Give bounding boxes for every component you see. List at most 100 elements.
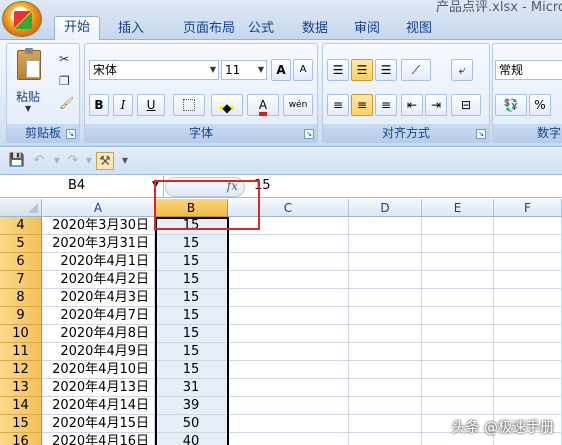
- name-box[interactable]: B4 ▼: [0, 176, 164, 198]
- orientation-button[interactable]: ⟋: [401, 59, 431, 81]
- cell-f[interactable]: [494, 361, 562, 379]
- merge-center-button[interactable]: ⊟: [451, 94, 481, 116]
- cell-c[interactable]: [228, 289, 349, 307]
- clipboard-launcher-icon[interactable]: ↘: [66, 129, 76, 139]
- cell-c[interactable]: [228, 343, 349, 361]
- font-color-button[interactable]: A: [247, 94, 279, 116]
- underline-button[interactable]: U: [137, 94, 165, 116]
- cell-c[interactable]: [228, 433, 349, 445]
- cell-a[interactable]: 2020年4月14日: [42, 397, 155, 415]
- cell-d[interactable]: [349, 253, 422, 271]
- cell-f[interactable]: [494, 397, 562, 415]
- cell-d[interactable]: [349, 217, 422, 235]
- increase-indent-button[interactable]: ⇥: [425, 94, 447, 116]
- cell-d[interactable]: [349, 415, 422, 433]
- tools-icon[interactable]: ⚒: [96, 152, 114, 170]
- cell-a[interactable]: 2020年4月15日: [42, 415, 155, 433]
- tab-view[interactable]: 视图: [396, 18, 442, 40]
- cell-c[interactable]: [228, 235, 349, 253]
- undo-icon[interactable]: ↶: [30, 152, 48, 170]
- cell-f[interactable]: [494, 325, 562, 343]
- wrap-text-button[interactable]: ⤶: [451, 59, 473, 81]
- row-header[interactable]: 12: [0, 361, 42, 379]
- cell-e[interactable]: [422, 271, 494, 289]
- cell-d[interactable]: [349, 271, 422, 289]
- cell-c[interactable]: [228, 307, 349, 325]
- font-name-select[interactable]: 宋体 ▼: [89, 60, 219, 80]
- shrink-font-button[interactable]: A: [293, 59, 313, 81]
- row-header[interactable]: 5: [0, 235, 42, 253]
- tab-insert[interactable]: 插入: [108, 18, 154, 40]
- align-middle-button[interactable]: ☰: [351, 59, 373, 81]
- save-icon[interactable]: 💾: [8, 152, 26, 170]
- tab-home[interactable]: 开始: [54, 16, 100, 41]
- cell-f[interactable]: [494, 343, 562, 361]
- cell-d[interactable]: [349, 433, 422, 445]
- cell-a[interactable]: 2020年4月8日: [42, 325, 155, 343]
- tab-formulas[interactable]: 公式: [238, 18, 284, 40]
- select-all-button[interactable]: [0, 199, 42, 217]
- cell-e[interactable]: [422, 325, 494, 343]
- cell-e[interactable]: [422, 379, 494, 397]
- cell-f[interactable]: [494, 289, 562, 307]
- grow-font-button[interactable]: A: [271, 59, 291, 81]
- column-header-e[interactable]: E: [422, 199, 494, 217]
- cell-e[interactable]: [422, 235, 494, 253]
- row-header[interactable]: 8: [0, 289, 42, 307]
- row-header[interactable]: 6: [0, 253, 42, 271]
- cut-icon[interactable]: ✂: [59, 52, 69, 66]
- office-button[interactable]: [2, 1, 42, 37]
- row-header[interactable]: 7: [0, 271, 42, 289]
- cell-a[interactable]: 2020年4月9日: [42, 343, 155, 361]
- align-center-button[interactable]: ≡: [351, 94, 373, 116]
- row-header[interactable]: 15: [0, 415, 42, 433]
- cell-a[interactable]: 2020年4月16日: [42, 433, 155, 445]
- cell-c[interactable]: [228, 397, 349, 415]
- alignment-launcher-icon[interactable]: ↘: [476, 129, 486, 139]
- align-right-button[interactable]: ≡: [375, 94, 397, 116]
- cell-c[interactable]: [228, 325, 349, 343]
- cell-d[interactable]: [349, 235, 422, 253]
- cell-d[interactable]: [349, 325, 422, 343]
- cell-f[interactable]: [494, 307, 562, 325]
- italic-button[interactable]: I: [113, 94, 133, 116]
- phonetic-button[interactable]: wén: [283, 94, 313, 116]
- align-top-button[interactable]: ☰: [327, 59, 349, 81]
- cell-c[interactable]: [228, 379, 349, 397]
- decrease-indent-button[interactable]: ⇤: [401, 94, 423, 116]
- cell-d[interactable]: [349, 289, 422, 307]
- bold-button[interactable]: B: [89, 94, 109, 116]
- cell-e[interactable]: [422, 397, 494, 415]
- font-size-select[interactable]: 11 ▼: [221, 60, 267, 80]
- fill-color-button[interactable]: ◆: [211, 94, 243, 116]
- column-header-a[interactable]: A: [42, 199, 155, 217]
- cell-c[interactable]: [228, 361, 349, 379]
- cell-c[interactable]: [228, 271, 349, 289]
- row-header[interactable]: 16: [0, 433, 42, 445]
- font-launcher-icon[interactable]: ↘: [304, 129, 314, 139]
- cell-e[interactable]: [422, 217, 494, 235]
- row-header[interactable]: 14: [0, 397, 42, 415]
- row-header[interactable]: 13: [0, 379, 42, 397]
- cell-a[interactable]: 2020年4月3日: [42, 289, 155, 307]
- percent-button[interactable]: %: [529, 94, 551, 116]
- tab-data[interactable]: 数据: [292, 18, 338, 40]
- customize-qat-icon[interactable]: ▼: [116, 152, 134, 170]
- format-painter-icon[interactable]: 🖌: [59, 96, 74, 110]
- copy-icon[interactable]: ❐: [59, 74, 70, 88]
- cell-a[interactable]: 2020年4月1日: [42, 253, 155, 271]
- cell-e[interactable]: [422, 253, 494, 271]
- tab-review[interactable]: 审阅: [344, 18, 390, 40]
- cell-e[interactable]: [422, 307, 494, 325]
- cell-f[interactable]: [494, 379, 562, 397]
- number-format-select[interactable]: 常规: [495, 60, 562, 80]
- cell-d[interactable]: [349, 343, 422, 361]
- cell-f[interactable]: [494, 217, 562, 235]
- cell-a[interactable]: 2020年3月30日: [42, 217, 155, 235]
- borders-button[interactable]: [173, 94, 205, 116]
- cell-a[interactable]: 2020年3月31日: [42, 235, 155, 253]
- cell-c[interactable]: [228, 415, 349, 433]
- cell-f[interactable]: [494, 235, 562, 253]
- cell-a[interactable]: 2020年4月2日: [42, 271, 155, 289]
- row-header[interactable]: 10: [0, 325, 42, 343]
